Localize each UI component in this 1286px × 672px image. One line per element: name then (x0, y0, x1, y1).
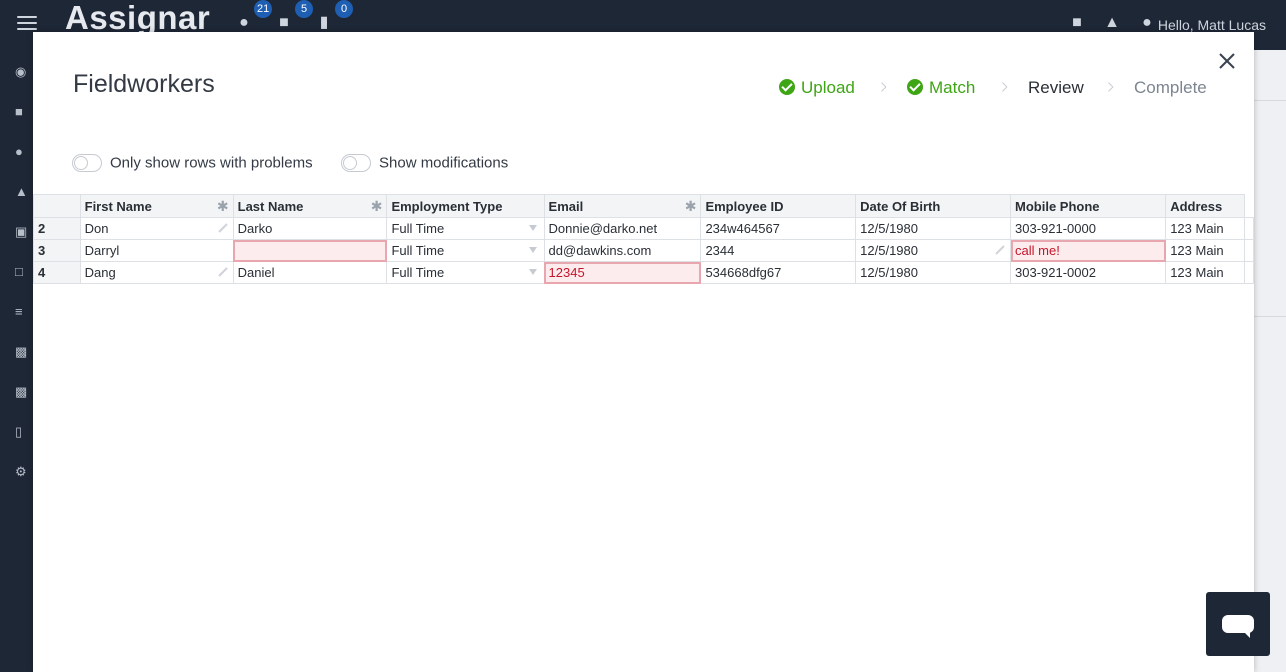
row-number: 2 (33, 217, 81, 240)
pencil-icon (217, 267, 228, 277)
cell-email[interactable]: dd@dawkins.com (543, 239, 702, 262)
dashboard-icon[interactable]: ◉ (15, 64, 33, 80)
cell-employment-type[interactable]: Full Time (386, 261, 545, 284)
training-icon[interactable]: ▲ (15, 184, 33, 200)
required-icon: ✱ (684, 198, 697, 214)
modifications-toggle[interactable]: Show modifications (341, 154, 508, 174)
row-number: 4 (33, 261, 81, 284)
cell-employee-id[interactable]: 534668dfg67 (700, 261, 857, 284)
dropdown-arrow-icon (528, 269, 537, 275)
app-sidebar: ◉ ■ ● ▲ ▣ □ ≡ ▩ ▩ ▯ ⚙ (0, 50, 33, 672)
background-page (1254, 50, 1286, 672)
toggle-switch[interactable] (72, 154, 102, 172)
cell-date-of-birth[interactable]: 12/5/1980 (855, 261, 1012, 284)
cell-address[interactable]: 123 Main (1165, 261, 1245, 284)
cell-employment-type[interactable]: Full Time (386, 239, 545, 262)
dropdown-arrow-icon (528, 247, 537, 253)
equipment-icon[interactable]: ■ (275, 14, 293, 32)
data-grid: First Name ✱ Last Name ✱ Employment Type E… (33, 194, 1254, 284)
cell-mobile-phone[interactable]: 303-921-0000 (1010, 217, 1167, 240)
mobile-icon[interactable]: ▯ (15, 424, 33, 440)
cell-email-error[interactable]: 12345 (543, 261, 702, 284)
cell-email[interactable]: Donnie@darko.net (543, 217, 702, 240)
cell-employee-id[interactable]: 2344 (700, 239, 857, 262)
cell-last-name[interactable]: Darko (232, 217, 388, 240)
table-row: 3 Darryl Full Time dd@dawkins.com 2344 1… (33, 239, 1254, 262)
column-header-mobile-phone[interactable]: Mobile Phone (1010, 194, 1167, 218)
cell-overflow (1244, 239, 1254, 262)
cell-first-name[interactable]: Darryl (79, 239, 234, 262)
jobs-icon[interactable]: ▮ (315, 14, 333, 32)
user-icon[interactable]: ● (1138, 14, 1156, 32)
settings-icon[interactable]: ⚙ (15, 464, 33, 480)
table-row: 4 Dang Daniel Full Time 12345 534668dfg6… (33, 261, 1254, 284)
cell-overflow (1244, 261, 1254, 284)
chevron-right-icon (1108, 82, 1114, 92)
modal-title: Fieldworkers (73, 70, 215, 98)
user-greeting[interactable]: Hello, Matt Lucas (1158, 17, 1266, 33)
people-icon[interactable]: ● (15, 144, 33, 160)
cell-date-of-birth[interactable]: 12/5/1980 (855, 239, 1012, 262)
cell-overflow (1244, 217, 1254, 240)
bell-icon[interactable]: ▲ (1103, 14, 1121, 32)
cell-first-name[interactable]: Dang (79, 261, 234, 284)
column-header-employee-id[interactable]: Employee ID (700, 194, 857, 218)
cell-last-name-error[interactable] (232, 239, 388, 262)
problems-toggle[interactable]: Only show rows with problems (72, 154, 313, 174)
column-header-first-name[interactable]: First Name ✱ (79, 194, 234, 218)
chat-bubble-icon (1222, 615, 1254, 638)
row-number-header (33, 194, 81, 218)
chevron-right-icon (881, 82, 887, 92)
cell-address[interactable]: 123 Main (1165, 239, 1245, 262)
column-header-last-name[interactable]: Last Name ✱ (232, 194, 388, 218)
close-icon[interactable] (1216, 50, 1238, 72)
cell-first-name[interactable]: Don (79, 217, 234, 240)
cell-last-name[interactable]: Daniel (232, 261, 388, 284)
people-icon[interactable]: ● (235, 14, 253, 32)
people-count-badge: 21 (254, 0, 273, 18)
column-header-date-of-birth[interactable]: Date Of Birth (855, 194, 1012, 218)
step-review: Review (1028, 78, 1084, 97)
problems-toggle-label: Only show rows with problems (110, 154, 313, 172)
check-circle-icon (907, 79, 923, 95)
pencil-icon (995, 245, 1005, 255)
import-modal: Fieldworkers Upload Match Review Complet… (33, 32, 1254, 672)
column-header-employment-type[interactable]: Employment Type (386, 194, 545, 218)
pencil-icon (217, 223, 228, 233)
required-icon: ✱ (370, 198, 383, 214)
messages-icon[interactable]: ■ (1068, 14, 1086, 32)
menu-icon[interactable] (17, 16, 37, 32)
row-number: 3 (33, 239, 81, 262)
briefcase-icon[interactable]: ■ (15, 104, 33, 120)
required-icon: ✱ (216, 198, 229, 214)
column-header-address[interactable]: Address (1165, 194, 1245, 218)
cell-employee-id[interactable]: 234w464567 (700, 217, 857, 240)
cell-address[interactable]: 123 Main (1165, 217, 1245, 240)
modifications-toggle-label: Show modifications (379, 154, 509, 172)
chevron-right-icon (1002, 82, 1008, 92)
step-match: Match (907, 77, 975, 99)
chat-launcher-button[interactable] (1206, 592, 1270, 656)
calendar-icon[interactable]: ▣ (15, 224, 33, 240)
toggle-switch[interactable] (341, 154, 371, 172)
dropdown-arrow-icon (528, 225, 537, 231)
chart-icon[interactable]: ▩ (15, 384, 33, 400)
app-logo: Assignar (65, 0, 211, 36)
cell-mobile-phone[interactable]: 303-921-0002 (1010, 261, 1167, 284)
cell-employment-type[interactable]: Full Time (386, 217, 545, 240)
cell-date-of-birth[interactable]: 12/5/1980 (855, 217, 1012, 240)
document-icon[interactable]: □ (15, 264, 33, 280)
cell-mobile-phone-error[interactable]: call me! (1010, 239, 1167, 262)
step-upload: Upload (779, 77, 855, 99)
jobs-count-badge: 0 (335, 0, 353, 18)
table-row: 2 Don Darko Full Time Donnie@darko.net 2… (33, 217, 1254, 240)
report-icon[interactable]: ▩ (15, 344, 33, 360)
grid-header-row: First Name ✱ Last Name ✱ Employment Type E… (33, 194, 1254, 218)
column-header-email[interactable]: Email ✱ (543, 194, 702, 218)
check-circle-icon (779, 79, 795, 95)
list-icon[interactable]: ≡ (15, 304, 33, 320)
step-complete: Complete (1134, 78, 1207, 97)
equipment-count-badge: 5 (295, 0, 313, 18)
